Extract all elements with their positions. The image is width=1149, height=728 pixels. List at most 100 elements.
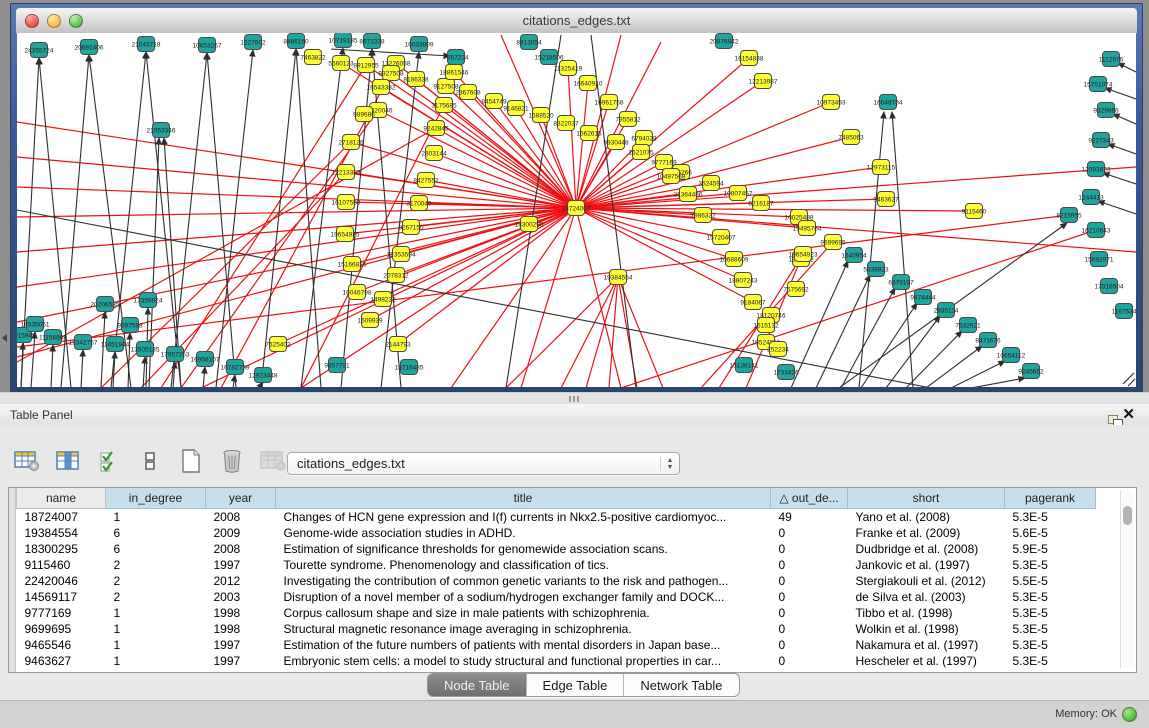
graph-node[interactable]: 9699695 xyxy=(820,235,846,250)
west-panel-collapse-arrow[interactable] xyxy=(2,334,7,342)
graph-node[interactable]: 2803144 xyxy=(421,146,447,161)
table-row[interactable]: 1830029562008Estimation of significance … xyxy=(17,541,1096,557)
graph-node[interactable]: 17016504 xyxy=(1095,279,1124,294)
tab-edge-table[interactable]: Edge Table xyxy=(527,674,625,696)
graph-edge[interactable] xyxy=(521,208,576,387)
graph-node[interactable]: 16107553 xyxy=(332,195,361,210)
graph-node[interactable]: 16154838 xyxy=(735,51,764,66)
graph-node[interactable]: 16782759 xyxy=(221,360,250,375)
graph-node[interactable]: 1112976 xyxy=(1099,52,1124,67)
graph-node[interactable]: 7575692 xyxy=(783,282,809,297)
graph-edge[interactable] xyxy=(576,208,621,387)
column-header[interactable]: △ out_de... xyxy=(771,488,848,509)
graph-node[interactable]: 12213383 xyxy=(332,165,361,180)
column-header[interactable]: name xyxy=(17,488,106,509)
table-row[interactable]: 2242004622012Investigating the contribut… xyxy=(17,573,1096,589)
graph-node[interactable]: 8215955 xyxy=(1056,208,1082,223)
graph-node[interactable]: 16958107 xyxy=(191,352,220,367)
graph-node[interactable]: 21053346 xyxy=(147,123,176,138)
row-height-icon[interactable] xyxy=(135,446,165,476)
splitter-handle-icon[interactable] xyxy=(569,396,581,402)
graph-edge[interactable] xyxy=(576,167,881,208)
window-titlebar[interactable]: citations_edges.txt xyxy=(16,8,1137,34)
graph-edge[interactable] xyxy=(81,350,83,387)
graph-node[interactable]: 24355724 xyxy=(25,43,54,58)
graph-node[interactable]: 8813054 xyxy=(516,35,542,50)
table-scrollbar[interactable] xyxy=(1120,490,1134,668)
show-hide-columns-icon[interactable] xyxy=(53,446,83,476)
graph-node[interactable]: 15720407 xyxy=(707,230,736,245)
graph-node[interactable]: 15136141 xyxy=(730,358,759,373)
memory-ok-indicator-icon[interactable] xyxy=(1122,707,1137,722)
column-header[interactable]: short xyxy=(848,488,1005,509)
graph-edge[interactable] xyxy=(17,187,576,208)
table-row[interactable]: 977716911998Corpus callosum shape and si… xyxy=(17,605,1096,621)
graph-node[interactable]: 1640954 xyxy=(841,248,867,263)
table-row[interactable]: 1872400712008Changes of HCN gene express… xyxy=(17,509,1096,526)
graph-node[interactable]: 9245652 xyxy=(1018,364,1044,379)
graph-node[interactable]: 10653267 xyxy=(193,38,222,53)
graph-node[interactable]: 19384554 xyxy=(604,270,633,285)
column-header[interactable]: pagerank xyxy=(1005,488,1096,509)
graph-node[interactable]: 7955812 xyxy=(615,112,641,127)
graph-edge[interactable] xyxy=(301,48,343,387)
graph-edge[interactable] xyxy=(861,303,917,387)
graph-edge[interactable] xyxy=(971,378,1025,387)
graph-node[interactable]: 9930448 xyxy=(603,135,629,150)
graph-node[interactable]: 10654112 xyxy=(997,348,1026,363)
graph-edge[interactable] xyxy=(1098,201,1136,214)
graph-node[interactable]: 7463822 xyxy=(300,50,326,65)
citation-network-graph[interactable]: 2435572420691406210437181065326715276028… xyxy=(17,33,1136,387)
graph-node[interactable]: 11156869 xyxy=(39,330,67,345)
table-row[interactable]: 969969511998Structural magnetic resonanc… xyxy=(17,621,1096,637)
tab-node-table[interactable]: Node Table xyxy=(428,674,527,696)
column-header[interactable]: title xyxy=(276,488,771,509)
graph-node[interactable]: 10688609 xyxy=(720,252,749,267)
graph-node[interactable]: 6794028 xyxy=(631,131,657,146)
graph-node[interactable]: 1733426 xyxy=(773,365,799,380)
column-header[interactable]: in_degree xyxy=(106,488,206,509)
table-row[interactable]: 946362711997Embryonic stem cells: a mode… xyxy=(17,653,1096,669)
graph-edge[interactable] xyxy=(1118,63,1136,72)
node-layer[interactable]: 2435572420691406210437181065326715276028… xyxy=(17,33,1136,383)
graph-node[interactable]: 20206535 xyxy=(91,297,120,312)
graph-node[interactable]: 9397588 xyxy=(117,318,143,333)
graph-edge[interactable] xyxy=(1108,144,1136,154)
tab-network-table[interactable]: Network Table xyxy=(624,674,738,696)
graph-node[interactable]: 6216187 xyxy=(748,196,774,211)
graph-edge[interactable] xyxy=(576,208,1136,252)
graph-node[interactable]: 9857791 xyxy=(324,358,350,373)
node-table[interactable]: namein_degreeyeartitle△ out_de...shortpa… xyxy=(8,487,1137,673)
graph-node[interactable]: 1588520 xyxy=(528,108,554,123)
column-header[interactable]: year xyxy=(206,488,276,509)
graph-edge[interactable] xyxy=(561,277,618,387)
table-row[interactable]: 946554611997Estimation of the future num… xyxy=(17,637,1096,653)
graph-edge[interactable] xyxy=(101,312,105,387)
scrollbar-thumb[interactable] xyxy=(1123,506,1132,525)
graph-edge[interactable] xyxy=(926,346,982,387)
table-header-row[interactable]: namein_degreeyeartitle△ out_de...shortpa… xyxy=(17,488,1096,509)
graph-node[interactable]: 1167534 xyxy=(1112,304,1136,319)
graph-node[interactable]: 2935114 xyxy=(934,303,959,318)
graph-node[interactable]: 10973493 xyxy=(817,95,846,110)
graph-edge[interactable] xyxy=(816,275,870,387)
graph-node[interactable]: 8671338 xyxy=(359,34,385,49)
graph-node[interactable]: 2144793 xyxy=(385,337,411,352)
graph-edge[interactable] xyxy=(568,68,576,208)
graph-node[interactable]: 16033809 xyxy=(405,37,434,52)
graph-node[interactable]: 9115460 xyxy=(962,204,987,219)
graph-edge[interactable] xyxy=(1128,379,1135,386)
graph-node[interactable]: 252234 xyxy=(767,342,789,357)
graph-node[interactable]: 7632621 xyxy=(955,318,981,333)
graph-edge[interactable] xyxy=(17,208,576,217)
graph-node[interactable]: 7857224 xyxy=(443,50,469,65)
graph-node[interactable]: 2078312 xyxy=(383,268,409,283)
graph-edge[interactable] xyxy=(398,208,576,344)
graph-node[interactable]: 8471676 xyxy=(975,333,1001,348)
modify-table-columns-icon[interactable] xyxy=(12,446,42,476)
table-row[interactable]: 911546021997Tourette syndrome. Phenomeno… xyxy=(17,557,1096,573)
graph-node[interactable]: 2718126 xyxy=(338,135,364,150)
graph-edge[interactable] xyxy=(892,112,913,387)
graph-node[interactable]: 16648784 xyxy=(874,95,903,110)
graph-node[interactable]: 15692971 xyxy=(1085,252,1114,267)
